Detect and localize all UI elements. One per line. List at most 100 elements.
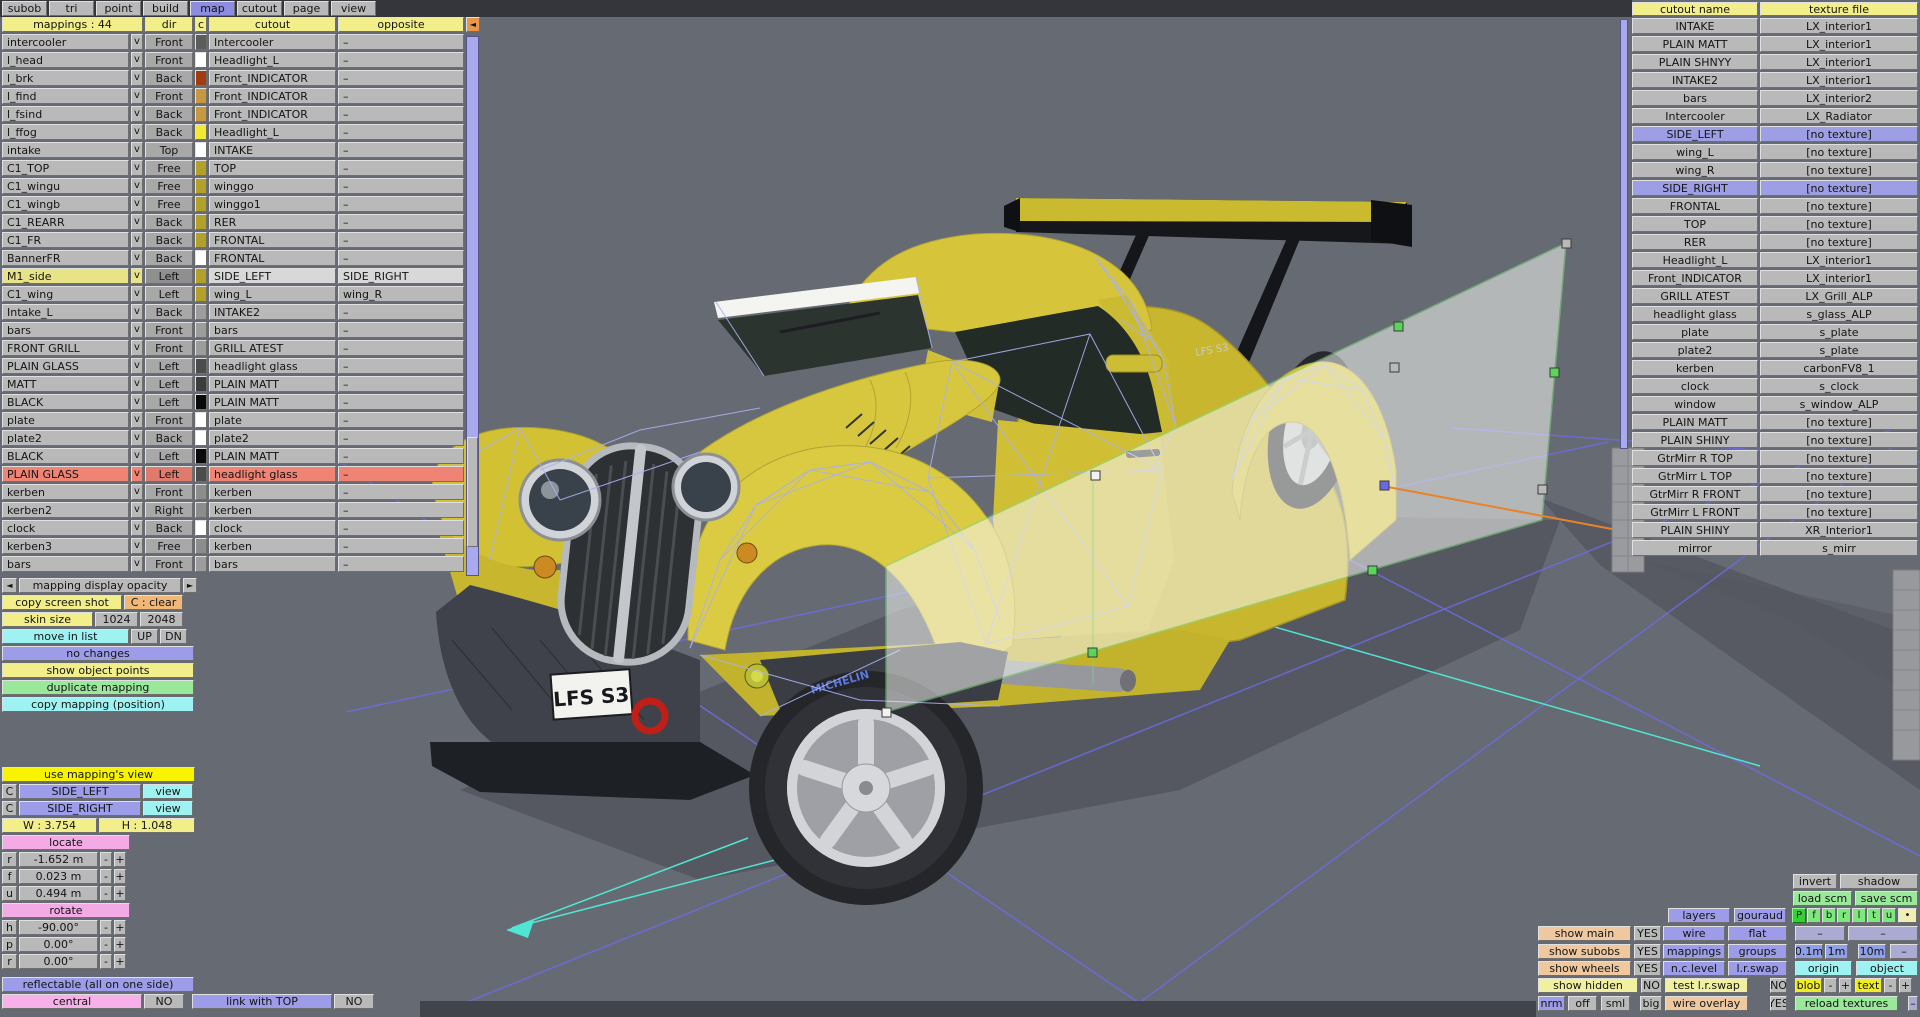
mapping-dir-cell[interactable]: Front [145, 412, 193, 428]
reflectable-button[interactable]: reflectable (all on one side) [2, 977, 194, 992]
groups-button[interactable]: groups [1728, 944, 1787, 959]
cutout-name-cell[interactable]: FRONTAL [1632, 198, 1758, 214]
mapping-visible-toggle[interactable]: v [131, 106, 143, 122]
load-scm-button[interactable]: load scm [1793, 891, 1852, 906]
mapping-cutout-cell[interactable]: headlight glass [209, 358, 336, 374]
side-right-mapping-button[interactable]: SIDE_RIGHT [19, 801, 141, 816]
projection-button[interactable]: u [1882, 908, 1896, 923]
mapping-color-swatch[interactable] [195, 376, 207, 392]
mapping-color-swatch[interactable] [195, 178, 207, 194]
opacity-decrease-button[interactable]: ◄ [2, 578, 17, 593]
mapping-opposite-cell[interactable]: – [338, 106, 464, 122]
show-object-points-button[interactable]: show object points [2, 663, 194, 678]
mapping-name-cell[interactable]: BannerFR [2, 250, 129, 266]
reload-dash-button[interactable]: – [1908, 996, 1918, 1011]
mapping-visible-toggle[interactable]: v [131, 448, 143, 464]
mapping-cutout-cell[interactable]: GRILL ATEST [209, 340, 336, 356]
mapping-visible-toggle[interactable]: v [131, 556, 143, 572]
cutout-name-cell[interactable]: PLAIN MATT [1632, 36, 1758, 52]
texture-file-cell[interactable]: LX_interior1 [1760, 36, 1918, 52]
cutout-name-cell[interactable]: plate2 [1632, 342, 1758, 358]
rotate-value[interactable]: -90.00° [19, 920, 98, 935]
mapping-opposite-cell[interactable]: – [338, 322, 464, 338]
mapping-cutout-cell[interactable]: TOP [209, 160, 336, 176]
show-subobs-yes-toggle[interactable]: YES [1634, 944, 1661, 959]
projection-button[interactable]: f [1807, 908, 1821, 923]
mapping-dir-cell[interactable]: Back [145, 430, 193, 446]
mapping-cutout-cell[interactable]: kerben [209, 484, 336, 500]
locate-minus-button[interactable]: - [100, 869, 112, 884]
cutout-table-scrollbar[interactable] [1620, 19, 1628, 449]
shadow-button[interactable]: shadow [1840, 874, 1918, 889]
mapping-name-cell[interactable]: intercooler [2, 34, 129, 50]
nrm-button[interactable]: nrm [1538, 996, 1565, 1011]
cutout-name-cell[interactable]: bars [1632, 90, 1758, 106]
locate-minus-button[interactable]: - [100, 886, 112, 901]
mapping-cutout-cell[interactable]: PLAIN MATT [209, 448, 336, 464]
mapping-opposite-cell[interactable]: – [338, 124, 464, 140]
mapping-dir-cell[interactable]: Left [145, 268, 193, 284]
mapping-name-cell[interactable]: C1_REARR [2, 214, 129, 230]
rotate-minus-button[interactable]: - [100, 937, 112, 952]
mapping-color-swatch[interactable] [195, 34, 207, 50]
mapping-dir-cell[interactable]: Left [145, 376, 193, 392]
mapping-opposite-cell[interactable]: – [338, 394, 464, 410]
mapping-opposite-cell[interactable]: – [338, 88, 464, 104]
locate-value[interactable]: 0.023 m [19, 869, 98, 884]
mapping-color-swatch[interactable] [195, 124, 207, 140]
skin-size-2048-button[interactable]: 2048 [140, 612, 183, 627]
blob-minus-button[interactable]: - [1824, 978, 1837, 993]
show-main-button[interactable]: show main [1538, 926, 1631, 941]
mapping-visible-toggle[interactable]: v [131, 340, 143, 356]
wire-overlay-button[interactable]: wire overlay [1665, 996, 1748, 1011]
rotate-plus-button[interactable]: + [114, 937, 126, 952]
mapping-name-cell[interactable]: PLAIN GLASS [2, 466, 129, 482]
mapping-color-swatch[interactable] [195, 358, 207, 374]
mapping-visible-toggle[interactable]: v [131, 394, 143, 410]
mapping-dir-cell[interactable]: Free [145, 160, 193, 176]
mapping-dir-cell[interactable]: Back [145, 124, 193, 140]
cutout-name-cell[interactable]: PLAIN SHNYY [1632, 54, 1758, 70]
texture-file-cell[interactable]: LX_interior2 [1760, 90, 1918, 106]
mapping-cutout-cell[interactable]: kerben [209, 538, 336, 554]
mapping-color-swatch[interactable] [195, 52, 207, 68]
texture-file-cell[interactable]: [no texture] [1760, 126, 1918, 142]
mapping-cutout-cell[interactable]: Front_INDICATOR [209, 88, 336, 104]
texture-file-cell[interactable]: s_window_ALP [1760, 396, 1918, 412]
mapping-name-cell[interactable]: l_brk [2, 70, 129, 86]
mapping-opposite-cell[interactable]: – [338, 484, 464, 500]
projection-button[interactable]: r [1837, 908, 1851, 923]
texture-file-cell[interactable]: LX_interior1 [1760, 252, 1918, 268]
rotate-minus-button[interactable]: - [100, 954, 112, 969]
mapping-visible-toggle[interactable]: v [131, 520, 143, 536]
mapping-opposite-cell[interactable]: – [338, 448, 464, 464]
locate-plus-button[interactable]: + [114, 869, 126, 884]
mapping-dir-cell[interactable]: Front [145, 340, 193, 356]
rotate-plus-button[interactable]: + [114, 920, 126, 935]
cutout-name-cell[interactable]: kerben [1632, 360, 1758, 376]
clear-button[interactable]: C : clear [124, 595, 183, 610]
link-with-top-button[interactable]: link with TOP [192, 994, 332, 1009]
mapping-color-swatch[interactable] [195, 160, 207, 176]
cutout-name-cell[interactable]: GRILL ATEST [1632, 288, 1758, 304]
mapping-name-cell[interactable]: plate [2, 412, 129, 428]
mapping-opposite-cell[interactable]: SIDE_RIGHT [338, 268, 464, 284]
mapping-dir-cell[interactable]: Left [145, 286, 193, 302]
layers-button[interactable]: layers [1668, 908, 1730, 923]
copy-screenshot-button[interactable]: copy screen shot [2, 595, 122, 610]
mapping-dir-cell[interactable]: Back [145, 232, 193, 248]
cutout-name-cell[interactable]: GtrMirr R FRONT [1632, 486, 1758, 502]
mapping-visible-toggle[interactable]: v [131, 412, 143, 428]
mapping-color-swatch[interactable] [195, 412, 207, 428]
nrm-big-button[interactable]: big [1640, 996, 1662, 1011]
mapping-color-swatch[interactable] [195, 304, 207, 320]
copy-mapping-position-button[interactable]: copy mapping (position) [2, 697, 194, 712]
texture-file-cell[interactable]: s_plate [1760, 324, 1918, 340]
mapping-opposite-cell[interactable]: – [338, 214, 464, 230]
mapping-cutout-cell[interactable]: wing_L [209, 286, 336, 302]
mapping-opposite-cell[interactable]: – [338, 340, 464, 356]
cutout-name-cell[interactable]: Intercooler [1632, 108, 1758, 124]
mapping-cutout-cell[interactable]: Intercooler [209, 34, 336, 50]
mapping-opposite-cell[interactable]: – [338, 178, 464, 194]
duplicate-mapping-button[interactable]: duplicate mapping [2, 680, 194, 695]
